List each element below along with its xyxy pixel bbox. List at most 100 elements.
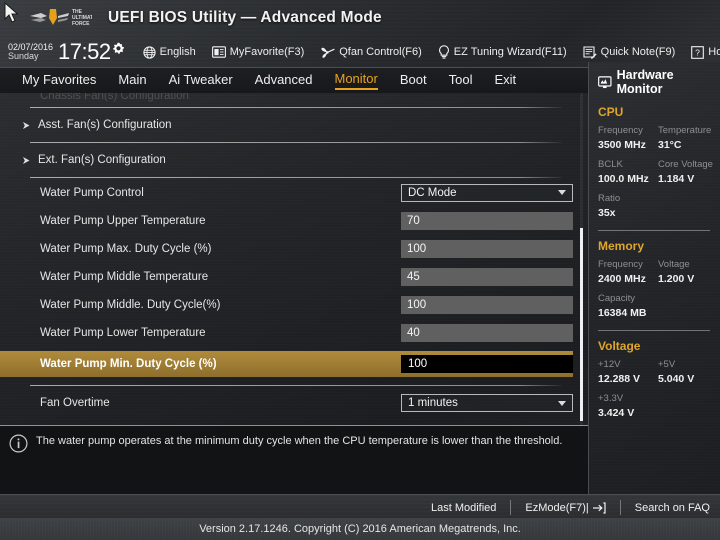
tab-boot[interactable]: Boot <box>400 72 427 89</box>
field-value: 70 <box>407 215 420 227</box>
tab-tool[interactable]: Tool <box>449 72 473 89</box>
toolbar-item-qfan-control[interactable]: Qfan Control(F6) <box>320 46 422 59</box>
water-pump-min-duty-cycle-input[interactable]: 100 <box>401 355 573 373</box>
row-asst-fans-configuration[interactable]: Asst. Fan(s) Configuration <box>0 108 588 142</box>
row-fan-overtime[interactable]: Fan Overtime 1 minutes <box>0 386 588 420</box>
toolbar-label: Qfan Control(F6) <box>339 46 422 58</box>
submenu-arrow-icon <box>23 156 30 164</box>
water-pump-middle-duty-cycle-input[interactable]: 100 <box>401 296 573 314</box>
header: THE ULTIMATE FORCE UEFI BIOS Utility — A… <box>0 0 720 68</box>
toolbar-item-myfavorite[interactable]: MyFavorite(F3) <box>211 46 305 58</box>
clipped-row-above: Chassis Fan(s) Configuration <box>0 93 588 102</box>
hw-key: Temperature <box>658 125 712 136</box>
row-water-pump-min-duty-cycle[interactable]: Water Pump Min. Duty Cycle (%) 100 <box>0 351 573 377</box>
hw-section-cpu-title: CPU <box>598 105 624 119</box>
arrow-into-bracket-icon <box>592 501 606 514</box>
toolbar-label: MyFavorite(F3) <box>229 46 305 58</box>
gear-icon[interactable] <box>112 42 125 55</box>
hardware-monitor-title-label: Hardware Monitor <box>616 68 674 96</box>
hw-item-bclk: BCLK 100.0 MHz <box>598 159 658 186</box>
tuf-wings-icon: THE ULTIMATE FORCE <box>30 9 92 27</box>
row-water-pump-max-duty-cycle[interactable]: Water Pump Max. Duty Cycle (%) 100 <box>0 235 588 263</box>
help-text: The water pump operates at the minimum d… <box>36 435 563 447</box>
note-pencil-icon <box>583 45 597 59</box>
fan-icon <box>321 47 335 58</box>
hw-value: 5.040 V <box>658 372 695 385</box>
tab-monitor[interactable]: Monitor <box>334 71 378 90</box>
hw-item-core-voltage: Core Voltage 1.184 V <box>658 159 718 186</box>
hw-section-voltage-title: Voltage <box>598 338 641 353</box>
hw-key: +5V <box>658 358 676 370</box>
hw-divider <box>598 329 710 331</box>
ez-mode-button[interactable]: EzMode(F7)| <box>525 501 606 514</box>
hw-value: 100.0 MHz <box>598 172 649 185</box>
search-on-faq-button[interactable]: Search on FAQ <box>635 502 710 514</box>
ez-mode-label: EzMode(F7)| <box>525 501 589 514</box>
hw-value: 1.200 V <box>658 272 695 285</box>
hw-value: 3500 MHz <box>598 138 646 151</box>
hw-value: 2400 MHz <box>598 272 646 285</box>
chevron-down-icon <box>558 400 566 406</box>
field-value: 45 <box>407 271 420 283</box>
lightbulb-icon <box>438 45 449 59</box>
hw-section-memory-values: Frequency 2400 MHz Voltage 1.200 V Capac… <box>598 259 720 327</box>
water-pump-control-select[interactable]: DC Mode <box>401 183 573 202</box>
footer-divider <box>510 500 512 515</box>
datetime-display: 02/07/2016 Sunday 17:52 <box>8 39 125 65</box>
hardware-monitor-title: Hardware Monitor <box>598 68 720 96</box>
scrollbar-thumb[interactable] <box>580 228 583 421</box>
field-value: DC Mode <box>408 186 457 199</box>
clipped-row-label: Chassis Fan(s) Configuration <box>40 93 189 102</box>
row-label: Water Pump Middle Temperature <box>40 271 209 283</box>
water-pump-max-duty-cycle-input[interactable]: 100 <box>401 240 573 258</box>
toolbar-item-english[interactable]: English <box>142 45 196 59</box>
row-ext-fans-configuration[interactable]: Ext. Fan(s) Configuration <box>0 143 588 177</box>
toolbar-item-quick-note[interactable]: Quick Note(F9) <box>583 45 675 59</box>
field-value: 40 <box>407 327 420 339</box>
hw-item-capacity: Capacity 16384 MB <box>598 293 718 320</box>
toolbar-item-hot-keys[interactable]: ? Hot Keys <box>691 45 720 59</box>
help-panel: The water pump operates at the minimum d… <box>0 425 588 495</box>
hw-key: +3.3V <box>598 392 624 404</box>
hw-key: Frequency <box>598 125 643 136</box>
globe-icon <box>142 45 156 59</box>
hw-key: Core Voltage <box>658 158 713 170</box>
hw-item-ratio: Ratio 35x <box>598 193 718 220</box>
row-label: Fan Overtime <box>40 397 110 409</box>
title-row: THE ULTIMATE FORCE UEFI BIOS Utility — A… <box>0 0 720 36</box>
question-box-icon: ? <box>691 45 705 59</box>
tab-main[interactable]: Main <box>118 72 146 89</box>
last-modified-button[interactable]: Last Modified <box>431 502 496 514</box>
row-water-pump-lower-temperature[interactable]: Water Pump Lower Temperature 40 <box>0 319 588 347</box>
footer-bar: Last Modified EzMode(F7)| Search on FAQ <box>0 494 720 520</box>
row-water-pump-control[interactable]: Water Pump Control DC Mode <box>0 178 588 207</box>
hw-item-temperature: Temperature 31°C <box>658 125 718 152</box>
tab-my-favorites[interactable]: My Favorites <box>22 72 96 89</box>
hardware-monitor-panel: Hardware Monitor CPU Frequency 3500 MHz … <box>588 62 720 494</box>
hw-divider <box>598 229 710 231</box>
tab-advanced[interactable]: Advanced <box>255 72 313 89</box>
fan-overtime-select[interactable]: 1 minutes <box>401 394 573 412</box>
field-value: 1 minutes <box>408 397 458 409</box>
water-pump-middle-temperature-input[interactable]: 45 <box>401 268 573 286</box>
monitor-icon <box>598 75 612 88</box>
tab-bar: My Favorites Main Ai Tweaker Advanced Mo… <box>0 68 588 93</box>
water-pump-upper-temperature-input[interactable]: 70 <box>401 212 573 230</box>
row-water-pump-middle-duty-cycle[interactable]: Water Pump Middle. Duty Cycle(%) 100 <box>0 291 588 319</box>
tab-exit[interactable]: Exit <box>494 72 516 89</box>
row-label: Ext. Fan(s) Configuration <box>38 154 166 166</box>
tab-ai-tweaker[interactable]: Ai Tweaker <box>169 72 233 89</box>
toolbar-item-ez-tuning-wizard[interactable]: EZ Tuning Wizard(F11) <box>438 45 567 59</box>
hw-value: 12.288 V <box>598 372 641 385</box>
hw-key: +12V <box>598 358 621 370</box>
row-water-pump-upper-temperature[interactable]: Water Pump Upper Temperature 70 <box>0 207 588 235</box>
hw-section-cpu-values: Frequency 3500 MHz Temperature 31°C BCLK… <box>598 125 720 227</box>
toolbar-label: EZ Tuning Wizard(F11) <box>453 46 567 58</box>
water-pump-lower-temperature-input[interactable]: 40 <box>401 324 573 342</box>
field-value: 100 <box>408 358 428 370</box>
hw-value: 31°C <box>658 138 682 151</box>
row-label: Water Pump Lower Temperature <box>40 327 206 339</box>
hw-value: 3.424 V <box>598 406 635 419</box>
row-water-pump-middle-temperature[interactable]: Water Pump Middle Temperature 45 <box>0 263 588 291</box>
hw-item-33v: +3.3V 3.424 V <box>598 393 718 420</box>
